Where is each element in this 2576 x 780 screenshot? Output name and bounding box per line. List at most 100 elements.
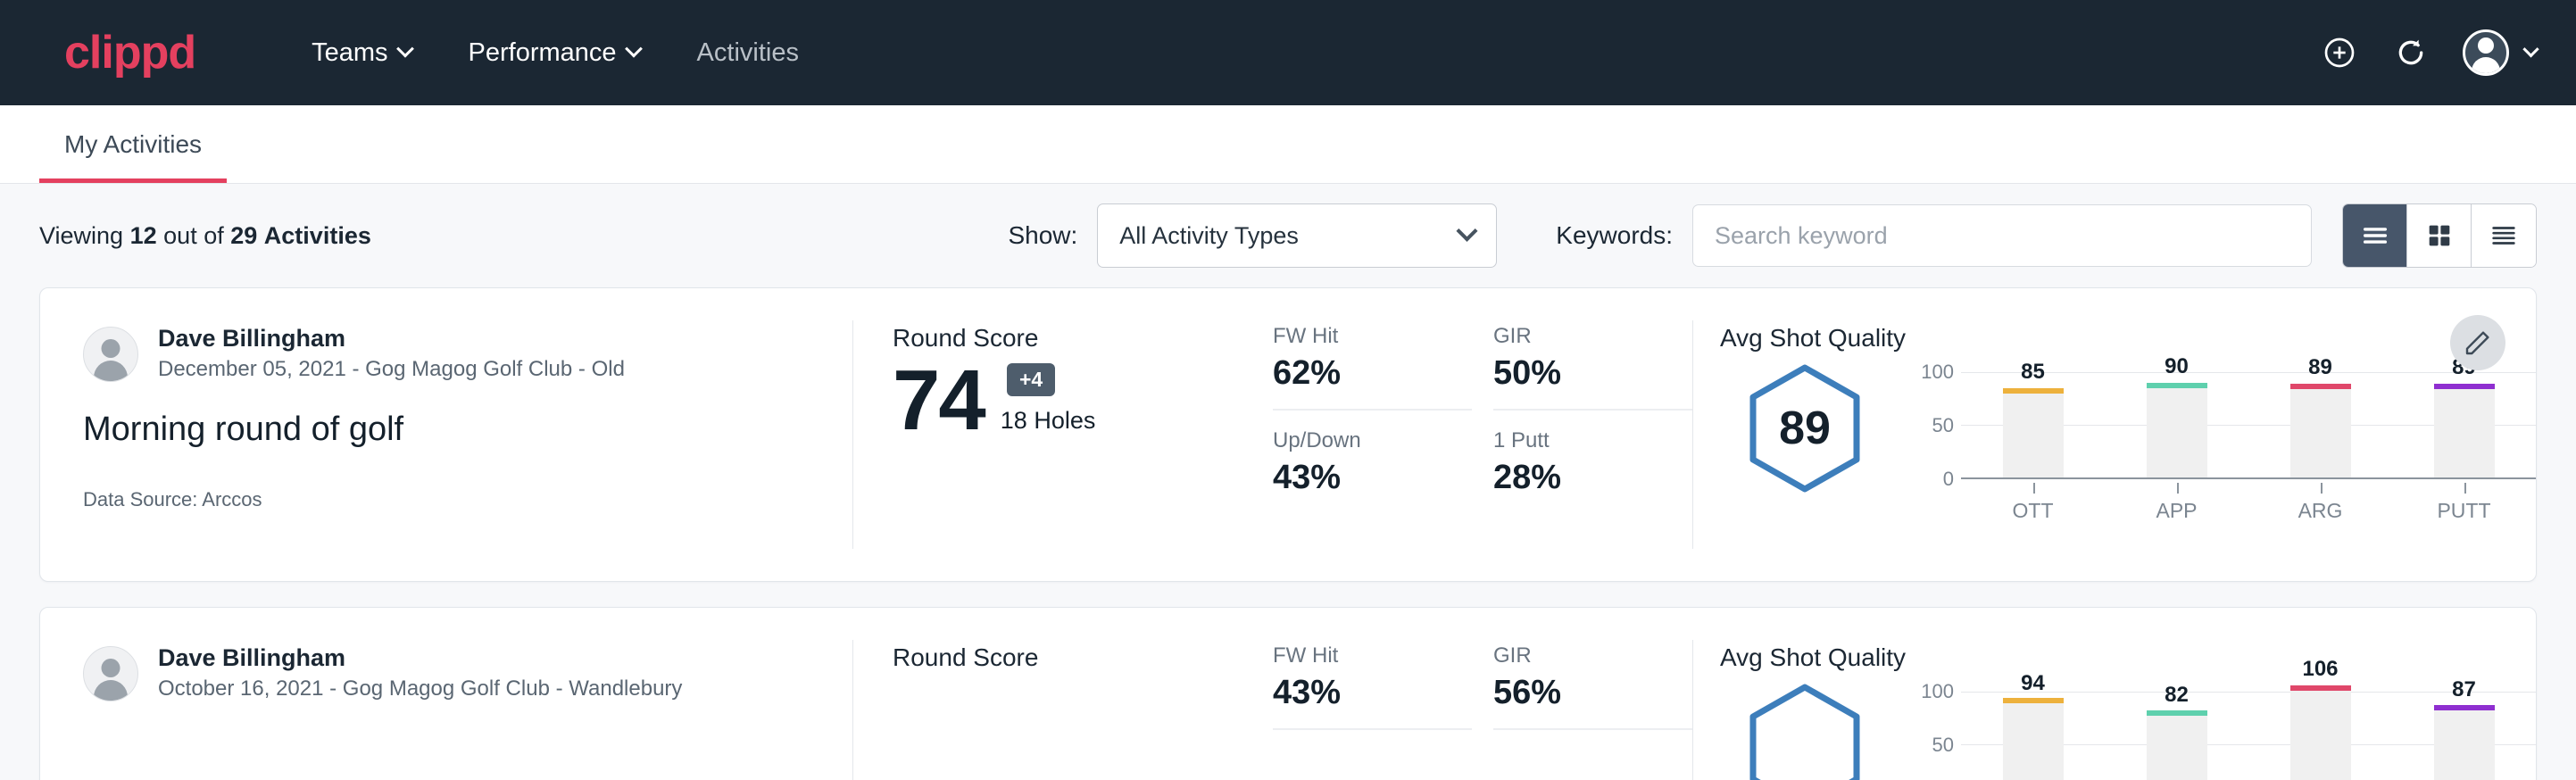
show-label: Show: bbox=[1008, 221, 1077, 250]
round-score-label: Round Score bbox=[893, 324, 1273, 353]
chevron-down-icon bbox=[625, 40, 643, 58]
list-view-button[interactable] bbox=[2343, 204, 2407, 267]
stat-fw-hit: FW Hit 43% bbox=[1273, 643, 1472, 730]
chart-plot-area: 94 82 bbox=[1961, 692, 2536, 780]
hexagon-icon bbox=[1748, 683, 1862, 780]
bar-cap-ott bbox=[2003, 388, 2064, 394]
nav-item-teams-label: Teams bbox=[312, 38, 387, 68]
grid-view-button[interactable] bbox=[2407, 204, 2472, 267]
x-tick-app: APP bbox=[2147, 483, 2207, 523]
stat-fw-hit-label: FW Hit bbox=[1273, 643, 1472, 668]
stat-gir-label: GIR bbox=[1493, 643, 1692, 668]
stat-fw-hit-value: 62% bbox=[1273, 354, 1472, 393]
viewing-middle: out of bbox=[163, 222, 224, 249]
stat-gir: GIR 50% bbox=[1493, 324, 1692, 411]
nav-item-teams[interactable]: Teams bbox=[283, 38, 439, 68]
chart-plot-area: 85 90 bbox=[1961, 372, 2536, 479]
tab-my-activities[interactable]: My Activities bbox=[39, 130, 227, 183]
bar-group-arg: 89 bbox=[2290, 372, 2351, 477]
avg-shot-quality-section: Avg Shot Quality 89 100 50 bbox=[1693, 288, 2536, 581]
add-circle-icon[interactable] bbox=[2320, 33, 2359, 72]
activity-meta: December 05, 2021 - Gog Magog Golf Club … bbox=[158, 354, 625, 385]
nav-item-performance-label: Performance bbox=[469, 38, 617, 68]
edit-activity-button[interactable] bbox=[2450, 315, 2505, 370]
avg-shot-quality-value: 89 bbox=[1748, 363, 1862, 494]
bar-cap-app bbox=[2147, 383, 2207, 388]
holes-label: 18 Holes bbox=[1001, 407, 1096, 444]
chevron-down-icon bbox=[1457, 220, 1478, 241]
tab-my-activities-label: My Activities bbox=[64, 130, 202, 158]
y-tick-100: 100 bbox=[1921, 361, 1954, 384]
nav-item-activities[interactable]: Activities bbox=[669, 38, 827, 68]
chart-bars: 85 90 bbox=[1961, 372, 2536, 477]
bar-label-ott: 85 bbox=[2003, 360, 2064, 385]
stat-up-down: Up/Down 43% bbox=[1273, 428, 1472, 513]
chart-bars: 94 82 bbox=[1961, 692, 2536, 780]
nav-actions bbox=[2320, 29, 2537, 76]
stat-fw-hit-label: FW Hit bbox=[1273, 324, 1472, 349]
compact-view-button[interactable] bbox=[2472, 204, 2536, 267]
bar-group-ott: 94 bbox=[2003, 692, 2064, 780]
avatar bbox=[83, 646, 138, 701]
hexagon-score bbox=[1720, 679, 1890, 780]
viewing-total: 29 bbox=[230, 222, 257, 249]
chevron-down-icon bbox=[2522, 41, 2539, 57]
round-score-section: Round Score bbox=[853, 608, 1273, 780]
activity-type-select-value: All Activity Types bbox=[1119, 222, 1459, 250]
avatar bbox=[83, 327, 138, 382]
round-score-value: 74 bbox=[893, 358, 985, 444]
filter-bar: Viewing 12 out of 29 Activities Show: Al… bbox=[39, 184, 2537, 287]
bar-group-app: 90 bbox=[2147, 372, 2207, 477]
chevron-down-icon bbox=[396, 40, 414, 58]
avg-shot-quality-label: Avg Shot Quality bbox=[1720, 643, 2536, 672]
activity-meta: October 16, 2021 - Gog Magog Golf Club -… bbox=[158, 674, 682, 704]
player-name: Dave Billingham bbox=[158, 643, 682, 674]
bar-label-app: 82 bbox=[2147, 683, 2207, 708]
nav-item-performance[interactable]: Performance bbox=[440, 38, 669, 68]
chart-y-axis: 100 50 0 bbox=[1913, 372, 1961, 479]
bar-group-arg: 106 bbox=[2290, 692, 2351, 780]
round-stats: FW Hit 62% GIR 50% Up/Down 43% 1 Putt 28… bbox=[1273, 288, 1692, 581]
view-mode-toggle bbox=[2342, 203, 2537, 268]
activity-card[interactable]: Dave Billingham October 16, 2021 - Gog M… bbox=[39, 607, 2537, 780]
y-tick-0: 0 bbox=[1943, 468, 1954, 491]
y-tick-50: 50 bbox=[1932, 734, 1954, 757]
shot-quality-chart: 100 50 0 85 bbox=[1913, 360, 2536, 523]
stat-gir-label: GIR bbox=[1493, 324, 1692, 349]
bar-group-ott: 85 bbox=[2003, 372, 2064, 477]
account-menu[interactable] bbox=[2463, 29, 2537, 76]
activity-card[interactable]: Dave Billingham December 05, 2021 - Gog … bbox=[39, 287, 2537, 582]
stat-up-down-label: Up/Down bbox=[1273, 428, 1472, 453]
user-avatar-icon[interactable] bbox=[2463, 29, 2509, 76]
activity-info: Dave Billingham December 05, 2021 - Gog … bbox=[40, 288, 852, 581]
top-navbar: clippd Teams Performance Activities bbox=[0, 0, 2576, 105]
refresh-icon[interactable] bbox=[2391, 33, 2431, 72]
chart-x-axis: OTT APP ARG PUTT bbox=[1961, 483, 2536, 523]
clippd-logo[interactable]: clippd bbox=[64, 29, 195, 76]
activity-data-source: Data Source: Arccos bbox=[83, 488, 810, 511]
bar-cap-app bbox=[2147, 710, 2207, 716]
search-input[interactable] bbox=[1692, 204, 2312, 267]
stat-fw-hit: FW Hit 62% bbox=[1273, 324, 1472, 411]
activity-person: Dave Billingham October 16, 2021 - Gog M… bbox=[83, 643, 810, 703]
keywords-label: Keywords: bbox=[1556, 221, 1673, 250]
activity-info: Dave Billingham October 16, 2021 - Gog M… bbox=[40, 608, 852, 780]
bar-cap-arg bbox=[2290, 685, 2351, 691]
bar-group-putt: 89 bbox=[2434, 372, 2495, 477]
stat-gir-value: 56% bbox=[1493, 674, 1692, 712]
viewing-count: 12 bbox=[130, 222, 157, 249]
avg-shot-quality-section: Avg Shot Quality 100 50 0 bbox=[1693, 608, 2536, 780]
stat-one-putt: 1 Putt 28% bbox=[1493, 428, 1692, 513]
pencil-icon bbox=[2464, 328, 2492, 357]
stat-gir: GIR 56% bbox=[1493, 643, 1692, 730]
player-name: Dave Billingham bbox=[158, 324, 625, 354]
stat-up-down-value: 43% bbox=[1273, 459, 1472, 497]
nav-item-activities-label: Activities bbox=[697, 38, 799, 68]
round-score-label: Round Score bbox=[893, 643, 1273, 672]
round-stats: FW Hit 43% GIR 56% bbox=[1273, 608, 1692, 780]
activity-type-select[interactable]: All Activity Types bbox=[1097, 203, 1497, 268]
avg-shot-quality-body: 100 50 0 94 bbox=[1720, 679, 2536, 780]
x-tick-putt: PUTT bbox=[2434, 483, 2495, 523]
stat-fw-hit-value: 43% bbox=[1273, 674, 1472, 712]
stat-one-putt-label: 1 Putt bbox=[1493, 428, 1692, 453]
